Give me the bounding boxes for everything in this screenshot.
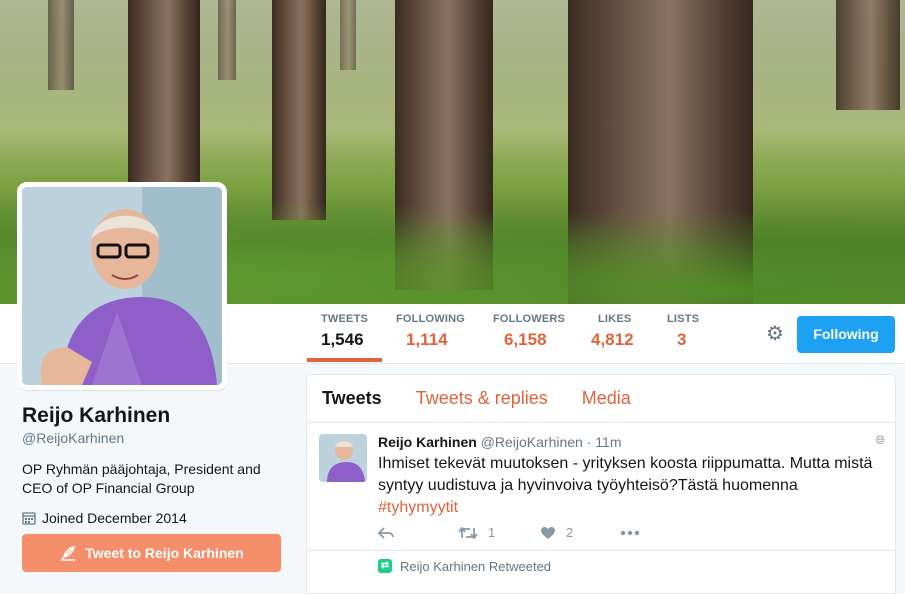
quill-icon: [61, 546, 76, 561]
stat-likes-label: LIKES: [598, 313, 632, 325]
tweet-actions: 1 2: [378, 525, 640, 540]
tab-media[interactable]: Media: [582, 388, 631, 409]
stat-followers-value: 6,158: [504, 330, 547, 349]
tweet-to-label: Tweet to Reijo Karhinen: [85, 545, 244, 561]
tweet-hashtag[interactable]: #tyhymyytit: [378, 499, 458, 516]
following-button[interactable]: Following: [797, 316, 895, 353]
heart-icon: [541, 526, 555, 539]
tweet-body: Ihmiset tekevät muutoksen - yrityksen ko…: [378, 455, 873, 494]
retweet-button[interactable]: 1: [458, 525, 540, 540]
tweet-timestamp[interactable]: · 11m: [587, 434, 622, 450]
active-stat-underline: [307, 358, 382, 362]
tweet-to-button[interactable]: Tweet to Reijo Karhinen: [22, 534, 281, 572]
like-count: 2: [566, 525, 574, 540]
stat-following-value: 1,114: [406, 330, 448, 349]
tweet-text: Ihmiset tekevät muutoksen - yrityksen ko…: [378, 453, 883, 519]
stat-lists-value: 3: [677, 330, 687, 349]
more-icon: [620, 530, 640, 535]
stat-following-label: FOLLOWING: [396, 313, 466, 325]
stat-likes-value: 4,812: [591, 330, 634, 349]
retweeted-label[interactable]: Reijo Karhinen Retweeted: [400, 559, 551, 574]
tweet-item[interactable]: Reijo Karhinen @ReijoKarhinen · 11m 🌐︎ I…: [307, 423, 895, 551]
reply-button[interactable]: [378, 526, 458, 540]
stat-likes[interactable]: LIKES 4,812: [591, 313, 634, 350]
tweet-author-name[interactable]: Reijo Karhinen: [378, 434, 477, 450]
tweet-avatar[interactable]: [319, 434, 367, 482]
stat-lists-label: LISTS: [667, 313, 700, 325]
tab-tweets-and-replies[interactable]: Tweets & replies: [416, 388, 548, 409]
profile-avatar[interactable]: [17, 182, 227, 390]
gear-icon[interactable]: ⚙: [763, 322, 787, 346]
timeline-tabs: Tweets Tweets & replies Media: [307, 375, 895, 423]
more-button[interactable]: [620, 530, 640, 536]
tweet-avatar-portrait: [319, 434, 367, 482]
stat-tweets-label: TWEETS: [321, 313, 369, 325]
profile-joined: Joined December 2014: [22, 510, 292, 526]
avatar-portrait: [22, 187, 222, 385]
globe-icon: 🌐︎: [875, 433, 885, 447]
retweet-count: 1: [488, 525, 496, 540]
stat-followers-label: FOLLOWERS: [493, 313, 566, 325]
tweet-header: Reijo Karhinen @ReijoKarhinen · 11m: [378, 434, 621, 450]
retweet-badge-icon: ⇄: [378, 559, 392, 573]
profile-handle[interactable]: @ReijoKarhinen: [22, 430, 292, 446]
profile-name[interactable]: Reijo Karhinen: [22, 404, 292, 428]
reply-icon: [378, 526, 394, 539]
profile-bio: OP Ryhmän pääjohtaja, President and CEO …: [22, 461, 261, 496]
tweet-author-handle[interactable]: @ReijoKarhinen: [481, 434, 583, 450]
calendar-icon: [22, 512, 36, 525]
like-button[interactable]: 2: [540, 525, 620, 540]
profile-joined-text: Joined December 2014: [42, 510, 187, 526]
stat-following[interactable]: FOLLOWING 1,114: [396, 313, 465, 350]
profile-card: Reijo Karhinen @ReijoKarhinen OP Ryhmän …: [22, 404, 292, 526]
retweeted-context: ⇄ Reijo Karhinen Retweeted: [307, 551, 895, 581]
stat-followers[interactable]: FOLLOWERS 6,158: [493, 313, 565, 350]
stat-tweets-value: 1,546: [321, 330, 364, 349]
timeline: Tweets Tweets & replies Media Reijo Karh…: [306, 374, 896, 594]
stat-lists[interactable]: LISTS 3: [667, 313, 699, 350]
tab-tweets[interactable]: Tweets: [322, 388, 382, 409]
stat-tweets[interactable]: TWEETS 1,546: [321, 313, 368, 350]
retweet-icon: [458, 526, 478, 539]
